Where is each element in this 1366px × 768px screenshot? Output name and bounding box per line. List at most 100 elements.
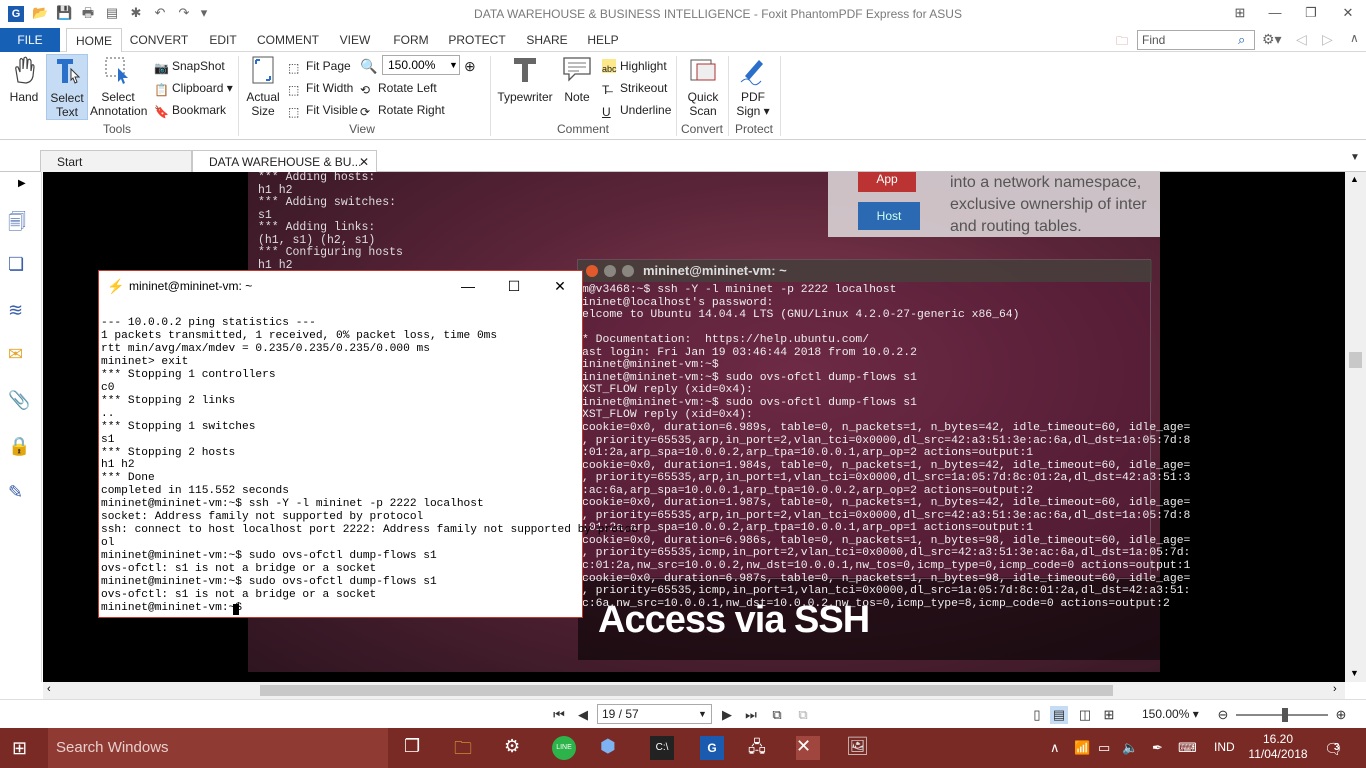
bookmarks-icon[interactable]: 🗐: [8, 210, 30, 232]
fit-width-button[interactable]: ⬚ Fit Width: [288, 78, 353, 98]
rotate-left-button[interactable]: ⟲ Rotate Left: [360, 78, 437, 98]
zoom-out-icon[interactable]: 🔍: [360, 56, 377, 76]
underline-button[interactable]: U Underline: [602, 100, 671, 120]
xming-icon[interactable]: ✕: [796, 736, 820, 760]
vertical-scroll-thumb[interactable]: [1349, 352, 1362, 368]
snapshot-button[interactable]: 📷 SnapShot: [154, 56, 225, 76]
wifi-icon[interactable]: 📶: [1074, 740, 1090, 756]
signatures-icon[interactable]: ✎: [8, 482, 30, 504]
scroll-left-icon[interactable]: ‹: [47, 683, 51, 695]
previous-page-icon[interactable]: ◀: [574, 706, 592, 724]
scroll-right-icon[interactable]: ›: [1333, 683, 1337, 695]
command-prompt-icon[interactable]: C:\: [650, 736, 674, 760]
tab-list-icon[interactable]: ▼: [1350, 152, 1360, 163]
continuous-page-icon[interactable]: ▤: [1050, 706, 1068, 724]
zoom-slider-thumb[interactable]: [1282, 708, 1288, 722]
tab-protect[interactable]: PROTECT: [446, 28, 508, 52]
bookmark-button[interactable]: 🔖 Bookmark: [154, 100, 226, 120]
rotate-right-button[interactable]: ⟳ Rotate Right: [360, 100, 445, 120]
putty-window[interactable]: ⚡ mininet@mininet-vm: ~ — ☐ ✕ --- 10.0.0…: [98, 270, 638, 618]
strikeout-button[interactable]: T̶ Strikeout: [602, 78, 667, 98]
restore-button[interactable]: ❐: [1297, 2, 1325, 24]
expand-panel-icon[interactable]: ▶: [18, 178, 40, 200]
status-zoom-select[interactable]: 150.00% ▾: [1142, 707, 1199, 721]
close-button[interactable]: ✕: [1334, 2, 1362, 24]
last-page-icon[interactable]: ⏭: [742, 706, 760, 724]
clock[interactable]: 16.20 11/04/2018: [1248, 732, 1308, 762]
search-icon[interactable]: ⌕: [1238, 32, 1245, 48]
next-page-icon[interactable]: ▶: [718, 706, 736, 724]
next-view-icon[interactable]: ⧉: [794, 706, 812, 724]
fit-visible-button[interactable]: ⬚ Fit Visible: [288, 100, 358, 120]
putty-terminal-output[interactable]: --- 10.0.0.2 ping statistics --- 1 packe…: [101, 317, 638, 615]
pen-icon[interactable]: ✒: [1152, 740, 1163, 756]
quick-scan-button[interactable]: Quick Scan: [682, 54, 724, 120]
hand-button[interactable]: Hand: [4, 54, 44, 120]
actual-size-button[interactable]: Actual Size: [244, 54, 282, 120]
comments-icon[interactable]: ✉: [8, 344, 30, 366]
first-page-icon[interactable]: ⏮: [550, 706, 568, 724]
tab-help[interactable]: HELP: [584, 28, 622, 52]
status-zoom-in-icon[interactable]: ⊕: [1332, 706, 1350, 724]
tab-convert[interactable]: CONVERT: [126, 28, 192, 52]
note-button[interactable]: Note: [558, 54, 596, 120]
find-folder-icon[interactable]: 🗀: [1116, 32, 1132, 48]
pdf-sign-button[interactable]: PDF Sign ▾: [732, 54, 774, 120]
tray-chevron-icon[interactable]: ∧: [1050, 740, 1060, 756]
collapse-ribbon-icon[interactable]: ∧: [1350, 31, 1359, 45]
highlight-button[interactable]: abc Highlight: [602, 56, 667, 76]
back-icon[interactable]: ◁: [1296, 31, 1307, 48]
language-indicator[interactable]: IND: [1214, 740, 1235, 754]
close-tab-icon[interactable]: ✕: [359, 151, 369, 173]
putty-close-button[interactable]: ✕: [549, 275, 571, 297]
clipboard-button[interactable]: 📋 Clipboard ▾: [154, 78, 233, 98]
facing-page-icon[interactable]: ◫: [1076, 706, 1094, 724]
gear-icon[interactable]: ⚙▾: [1262, 31, 1282, 48]
tab-form[interactable]: FORM: [390, 28, 432, 52]
pages-icon[interactable]: ❏: [8, 254, 30, 276]
horizontal-scroll-thumb[interactable]: [260, 685, 1113, 696]
horizontal-scrollbar[interactable]: ‹ ›: [43, 682, 1345, 699]
tab-file[interactable]: FILE: [0, 28, 60, 52]
forward-icon[interactable]: ▷: [1322, 31, 1333, 48]
layout-icon[interactable]: ⊞: [1226, 2, 1254, 24]
line-app-icon[interactable]: LINE: [552, 736, 576, 760]
keyboard-icon[interactable]: ⌨: [1178, 740, 1197, 756]
foxit-taskbar-icon[interactable]: G: [700, 736, 724, 760]
scroll-up-icon[interactable]: ▲: [1350, 174, 1359, 184]
tab-document[interactable]: DATA WAREHOUSE & BU... ✕: [192, 150, 377, 173]
previous-view-icon[interactable]: ⧉: [768, 706, 786, 724]
layers-icon[interactable]: ≋: [8, 300, 30, 322]
file-explorer-icon[interactable]: 🗀: [454, 736, 478, 760]
task-view-icon[interactable]: ❐: [404, 736, 428, 760]
page-number-field[interactable]: 19 / 57 ▼: [597, 704, 712, 724]
tab-home[interactable]: HOME: [66, 28, 122, 53]
tab-view[interactable]: VIEW: [334, 28, 376, 52]
zoom-in-icon[interactable]: ⊕: [464, 56, 476, 76]
scroll-down-icon[interactable]: ▼: [1350, 668, 1359, 678]
putty-maximize-button[interactable]: ☐: [503, 275, 525, 297]
putty-minimize-button[interactable]: —: [457, 275, 479, 297]
continuous-facing-icon[interactable]: ⊞: [1100, 706, 1118, 724]
taskbar-search[interactable]: Search Windows: [48, 728, 388, 768]
zoom-select[interactable]: 150.00% ▼: [382, 55, 460, 75]
tab-share[interactable]: SHARE: [522, 28, 572, 52]
fit-page-button[interactable]: ⬚ Fit Page: [288, 56, 351, 76]
tab-start[interactable]: Start: [40, 150, 192, 172]
status-zoom-out-icon[interactable]: ⊖: [1214, 706, 1232, 724]
photos-icon[interactable]: 🖼: [846, 736, 870, 760]
page-dropdown-icon[interactable]: ▼: [698, 705, 707, 723]
volume-icon[interactable]: 🔈: [1122, 740, 1138, 756]
minimize-button[interactable]: —: [1261, 2, 1289, 24]
taskbar-search-text[interactable]: Search Windows: [56, 739, 169, 756]
vertical-scrollbar[interactable]: ▲ ▼: [1345, 172, 1366, 682]
select-text-button[interactable]: Select Text: [46, 54, 88, 120]
virtualbox-icon[interactable]: ⬢: [600, 736, 624, 760]
tab-edit[interactable]: EDIT: [202, 28, 244, 52]
windows-start-icon[interactable]: ⊞: [12, 736, 36, 760]
settings-gear-icon[interactable]: ⚙: [504, 736, 528, 760]
typewriter-button[interactable]: Typewriter: [496, 54, 554, 120]
tab-comment[interactable]: COMMENT: [254, 28, 322, 52]
battery-icon[interactable]: ▭: [1098, 740, 1110, 756]
select-annotation-button[interactable]: Select Annotation: [90, 54, 147, 120]
